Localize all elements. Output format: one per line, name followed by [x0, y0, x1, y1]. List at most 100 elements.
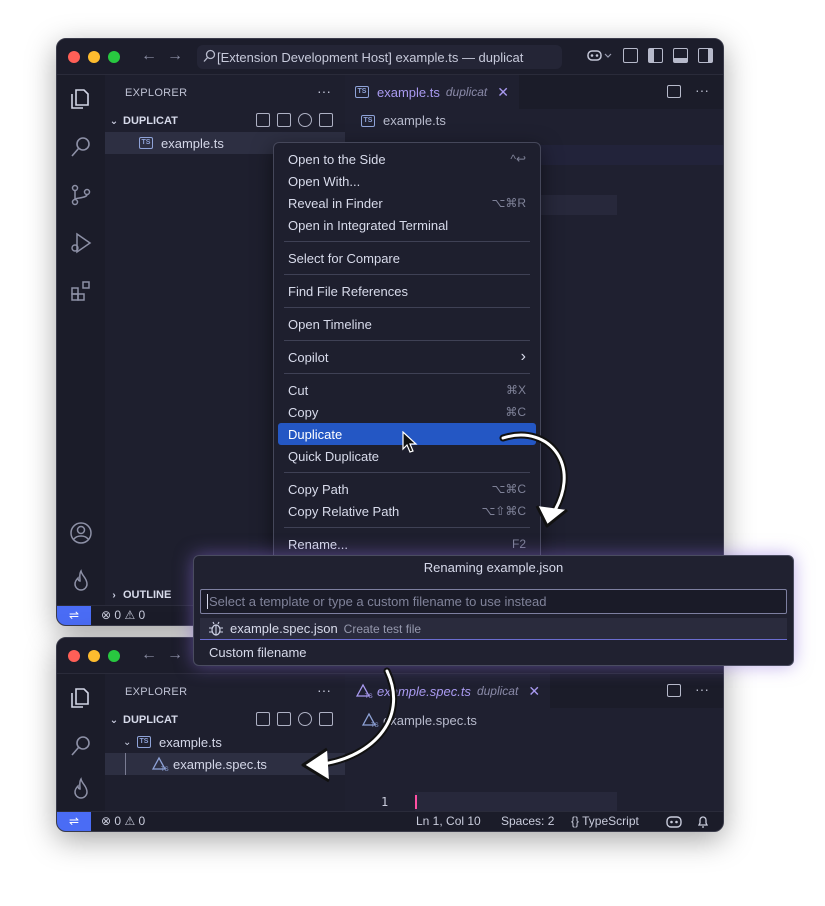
menu-item-label: Open to the Side [288, 151, 386, 167]
menu-item-shortcut: F2 [511, 537, 526, 551]
more-actions-icon[interactable]: ··· [317, 83, 331, 99]
search-icon[interactable] [69, 135, 93, 159]
new-file-icon[interactable] [256, 712, 270, 726]
typescript-file-icon: TS [361, 114, 375, 127]
menu-item-copy[interactable]: Copy ⌘C [278, 401, 536, 423]
close-window-button[interactable] [68, 650, 80, 662]
source-control-icon[interactable] [69, 183, 93, 207]
menu-item-label: Quick Duplicate [288, 448, 380, 464]
split-editor-icon[interactable] [667, 85, 681, 98]
customize-layout-icon[interactable] [623, 48, 638, 63]
forward-arrow-icon[interactable]: → [167, 646, 183, 664]
breadcrumb-file: example.ts [383, 113, 446, 128]
folder-header[interactable]: ⌄ DUPLICAT [105, 110, 345, 132]
outline-label: OUTLINE [123, 589, 172, 601]
back-arrow-icon[interactable]: ← [141, 47, 157, 65]
menu-item-select-for-compare[interactable]: Select for Compare [278, 247, 536, 269]
collapse-all-icon[interactable] [319, 113, 333, 127]
editor-more-icon[interactable]: ··· [695, 681, 709, 697]
cursor-position[interactable]: Ln 1, Col 10 [416, 814, 481, 828]
menu-item-label: Select for Compare [288, 250, 400, 266]
run-debug-icon[interactable] [69, 231, 93, 255]
flame-icon[interactable] [69, 777, 93, 801]
remote-indicator-icon[interactable]: ⇌ [57, 812, 91, 831]
indent-guide [125, 753, 126, 775]
maximize-window-button[interactable] [108, 51, 120, 63]
back-arrow-icon[interactable]: ← [141, 646, 157, 664]
typescript-file-icon: TS [137, 736, 151, 748]
error-count: 0 [114, 814, 122, 828]
file-name: example.spec.ts [173, 756, 267, 772]
menu-separator [284, 340, 530, 341]
menu-item-open-with[interactable]: Open With... [278, 170, 536, 192]
minimize-window-button[interactable] [88, 650, 100, 662]
indentation[interactable]: Spaces: 2 [501, 814, 554, 828]
flame-icon[interactable] [69, 569, 93, 593]
quick-pick-input[interactable]: Select a template or type a custom filen… [200, 589, 787, 614]
typescript-file-icon: TS [139, 137, 153, 149]
line-number: 1 [381, 795, 389, 809]
menu-item-open-timeline[interactable]: Open Timeline [278, 313, 536, 335]
problems-indicator[interactable]: ⊗ 0 ⚠ 0 [101, 814, 145, 828]
explorer-header: EXPLORER [125, 87, 188, 99]
error-count: 0 [114, 608, 122, 622]
maximize-window-button[interactable] [108, 650, 120, 662]
warning-count: 0 [138, 608, 146, 622]
close-tab-icon[interactable]: ✕ [497, 84, 509, 101]
activity-bar [57, 674, 105, 811]
menu-separator [284, 307, 530, 308]
copilot-icon[interactable] [587, 48, 613, 63]
chevron-down-icon: ⌄ [109, 714, 119, 726]
split-editor-icon[interactable] [667, 684, 681, 697]
file-item-example-ts[interactable]: ⌄ TS example.ts [105, 731, 222, 753]
toggle-panel-icon[interactable] [673, 48, 688, 63]
toggle-primary-sidebar-icon[interactable] [648, 48, 663, 63]
quick-pick-item-label: Custom filename [209, 644, 307, 660]
search-icon[interactable] [69, 734, 93, 758]
title-bar: ← → [Extension Development Host] example… [57, 39, 723, 75]
menu-item-copilot[interactable]: Copilot › [278, 346, 536, 368]
menu-item-reveal-in-finder[interactable]: Reveal in Finder ⌥⌘R [278, 192, 536, 214]
command-center[interactable]: [Extension Development Host] example.ts … [197, 45, 562, 69]
chevron-right-icon: › [520, 348, 526, 365]
chevron-down-icon: ⌄ [123, 736, 132, 748]
warning-icon: ⚠ [124, 608, 136, 622]
editor-more-icon[interactable]: ··· [695, 82, 709, 98]
quick-pick-item-spec[interactable]: example.spec.json Create test file [200, 618, 787, 640]
copilot-status-icon[interactable] [666, 815, 682, 829]
error-icon: ⊗ [101, 814, 112, 828]
minimize-window-button[interactable] [88, 51, 100, 63]
quick-pick-placeholder: Select a template or type a custom filen… [209, 594, 547, 609]
language-mode[interactable]: {} TypeScript [571, 814, 639, 828]
new-folder-icon[interactable] [277, 113, 291, 127]
curved-arrow-1-icon [499, 431, 568, 528]
new-file-icon[interactable] [256, 113, 270, 127]
menu-item-shortcut: ⌘C [505, 405, 526, 419]
menu-item-find-file-references[interactable]: Find File References [278, 280, 536, 302]
quick-pick-item-custom[interactable]: Custom filename [200, 641, 787, 663]
remote-indicator-icon[interactable]: ⇌ [57, 606, 91, 625]
close-tab-icon[interactable]: ✕ [528, 683, 540, 700]
breadcrumb[interactable]: TS example.ts [361, 113, 446, 128]
account-icon[interactable] [69, 521, 93, 545]
tab-bar: TS example.ts duplicat ✕ ··· [345, 75, 723, 109]
menu-item-cut[interactable]: Cut ⌘X [278, 379, 536, 401]
problems-indicator[interactable]: ⊗ 0 ⚠ 0 [101, 608, 145, 622]
extensions-icon[interactable] [69, 279, 93, 303]
explorer-icon[interactable] [69, 686, 93, 710]
new-folder-icon[interactable] [277, 712, 291, 726]
error-icon: ⊗ [101, 608, 112, 622]
close-window-button[interactable] [68, 51, 80, 63]
menu-separator [284, 527, 530, 528]
menu-item-open-in-integrated-terminal[interactable]: Open in Integrated Terminal [278, 214, 536, 236]
explorer-icon[interactable] [69, 87, 93, 111]
toggle-secondary-sidebar-icon[interactable] [698, 48, 713, 63]
forward-arrow-icon[interactable]: → [167, 47, 183, 65]
refresh-icon[interactable] [298, 113, 312, 127]
quick-pick: Renaming example.json Select a template … [193, 555, 794, 666]
menu-item-label: Copy Path [288, 481, 349, 497]
traffic-lights [68, 650, 120, 662]
tab-example-ts[interactable]: TS example.ts duplicat ✕ [345, 75, 519, 109]
menu-item-open-to-the-side[interactable]: Open to the Side ^↩ [278, 148, 536, 170]
bell-icon[interactable] [697, 815, 709, 829]
